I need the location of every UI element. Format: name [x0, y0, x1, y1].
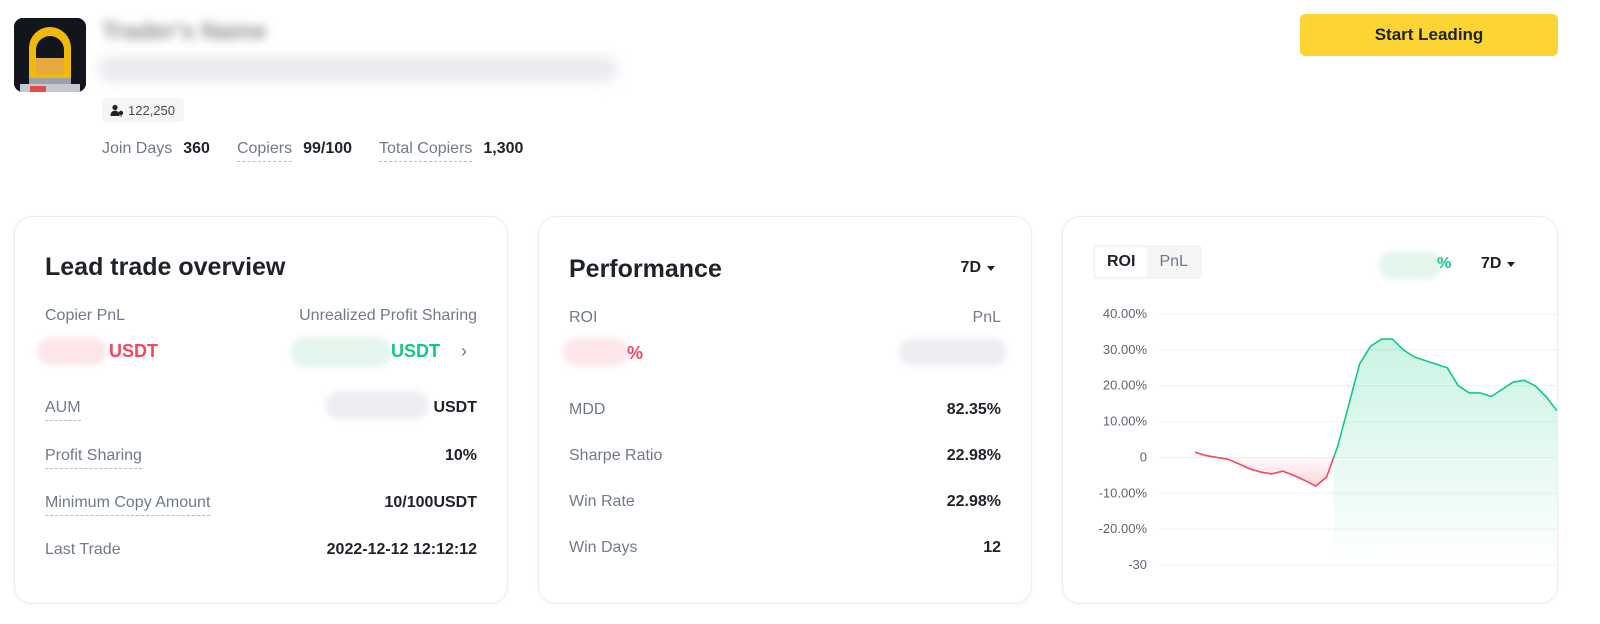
join-days-label: Join Days — [102, 140, 173, 157]
sharpe-ratio-value: 22.98% — [946, 447, 1001, 464]
positive-area — [1333, 339, 1557, 565]
win-rate-label: Win Rate — [569, 493, 635, 510]
lead-trade-overview-card: Lead trade overview Copier PnL Unrealize… — [14, 216, 508, 604]
minimum-copy-amount-value: 10/100USDT — [384, 494, 478, 511]
performance-period-dropdown[interactable]: 7D — [961, 259, 995, 277]
y-tick-label: 0 — [1140, 449, 1147, 464]
unrealized-profit-sharing-label: Unrealized Profit Sharing — [299, 307, 477, 324]
win-days-row: Win Days 12 — [569, 539, 1001, 557]
win-days-label: Win Days — [569, 539, 638, 556]
minimum-copy-amount-row: Minimum Copy Amount 10/100USDT — [45, 494, 477, 516]
sharpe-ratio-label: Sharpe Ratio — [569, 447, 663, 464]
y-tick-label: 30.00% — [1103, 342, 1148, 357]
astronaut-icon — [14, 18, 86, 92]
unrealized-profit-blurred-value — [291, 337, 391, 367]
users-icon — [110, 104, 124, 116]
last-trade-value: 2022-12-12 12:12:12 — [326, 541, 477, 558]
start-leading-button[interactable]: Start Leading — [1300, 14, 1558, 56]
aum-value: USDT — [433, 399, 477, 416]
copier-pnl-label: Copier PnL — [45, 307, 126, 324]
aum-blurred-value — [325, 391, 429, 419]
minimum-copy-amount-label[interactable]: Minimum Copy Amount — [45, 494, 211, 516]
join-days-value: 360 — [183, 140, 210, 157]
trader-stats: Join Days 360 Copiers 99/100 Total Copie… — [102, 140, 550, 162]
copier-pnl-unit: USDT — [109, 341, 158, 361]
y-tick-label: -10.00% — [1099, 485, 1148, 500]
total-copiers-value: 1,300 — [483, 140, 524, 157]
overview-title: Lead trade overview — [45, 253, 286, 281]
win-rate-row: Win Rate 22.98% — [569, 493, 1001, 511]
y-tick-label: -30 — [1128, 557, 1147, 572]
performance-period-value: 7D — [960, 259, 981, 276]
pnl-label: PnL — [972, 309, 1001, 326]
last-trade-row: Last Trade 2022-12-12 12:12:12 — [45, 541, 477, 559]
last-trade-label: Last Trade — [45, 541, 121, 558]
y-tick-label: 40.00% — [1103, 306, 1148, 321]
follower-count-badge: 122,250 — [102, 98, 184, 122]
performance-card: Performance 7D ROI PnL % MDD 82.35% Shar… — [538, 216, 1032, 604]
caret-down-icon — [987, 265, 995, 271]
total-copiers-label[interactable]: Total Copiers — [379, 140, 473, 162]
roi-suffix: % — [627, 343, 644, 363]
mdd-value: 82.35% — [946, 401, 1001, 418]
mdd-row: MDD 82.35% — [569, 401, 1001, 419]
trader-name: Trader's Name — [102, 18, 267, 45]
mdd-label: MDD — [569, 401, 606, 418]
follower-count: 122,250 — [128, 102, 175, 118]
y-tick-label: 20.00% — [1103, 378, 1148, 393]
aum-label[interactable]: AUM — [45, 399, 81, 421]
roi-chart-card: ROI PnL % 7D 40.00% 30.00% 20.00% 10.00% 0 -1… — [1062, 216, 1558, 604]
copiers-value: 99/100 — [303, 140, 353, 157]
roi-blurred-value — [563, 338, 629, 366]
performance-title: Performance — [569, 255, 722, 283]
y-tick-label: -20.00% — [1099, 521, 1148, 536]
trader-bio-blurred — [98, 56, 618, 82]
win-days-value: 12 — [983, 539, 1001, 556]
profit-sharing-row: Profit Sharing 10% — [45, 447, 477, 469]
trader-avatar — [14, 18, 86, 92]
profit-sharing-value: 10% — [444, 447, 477, 464]
sharpe-ratio-row: Sharpe Ratio 22.98% — [569, 447, 1001, 465]
roi-line-chart: 40.00% 30.00% 20.00% 10.00% 0 -10.00% -20.00% -… — [1099, 306, 1557, 572]
unrealized-profit-unit: USDT — [391, 341, 440, 361]
chevron-right-icon[interactable]: › — [461, 341, 467, 362]
pnl-blurred-value — [899, 338, 1007, 366]
win-rate-value: 22.98% — [946, 493, 1001, 510]
copiers-label[interactable]: Copiers — [236, 140, 293, 162]
profit-sharing-label[interactable]: Profit Sharing — [45, 447, 142, 469]
copier-pnl-blurred-value — [37, 337, 107, 365]
roi-label: ROI — [569, 309, 598, 326]
y-tick-label: 10.00% — [1103, 414, 1148, 429]
